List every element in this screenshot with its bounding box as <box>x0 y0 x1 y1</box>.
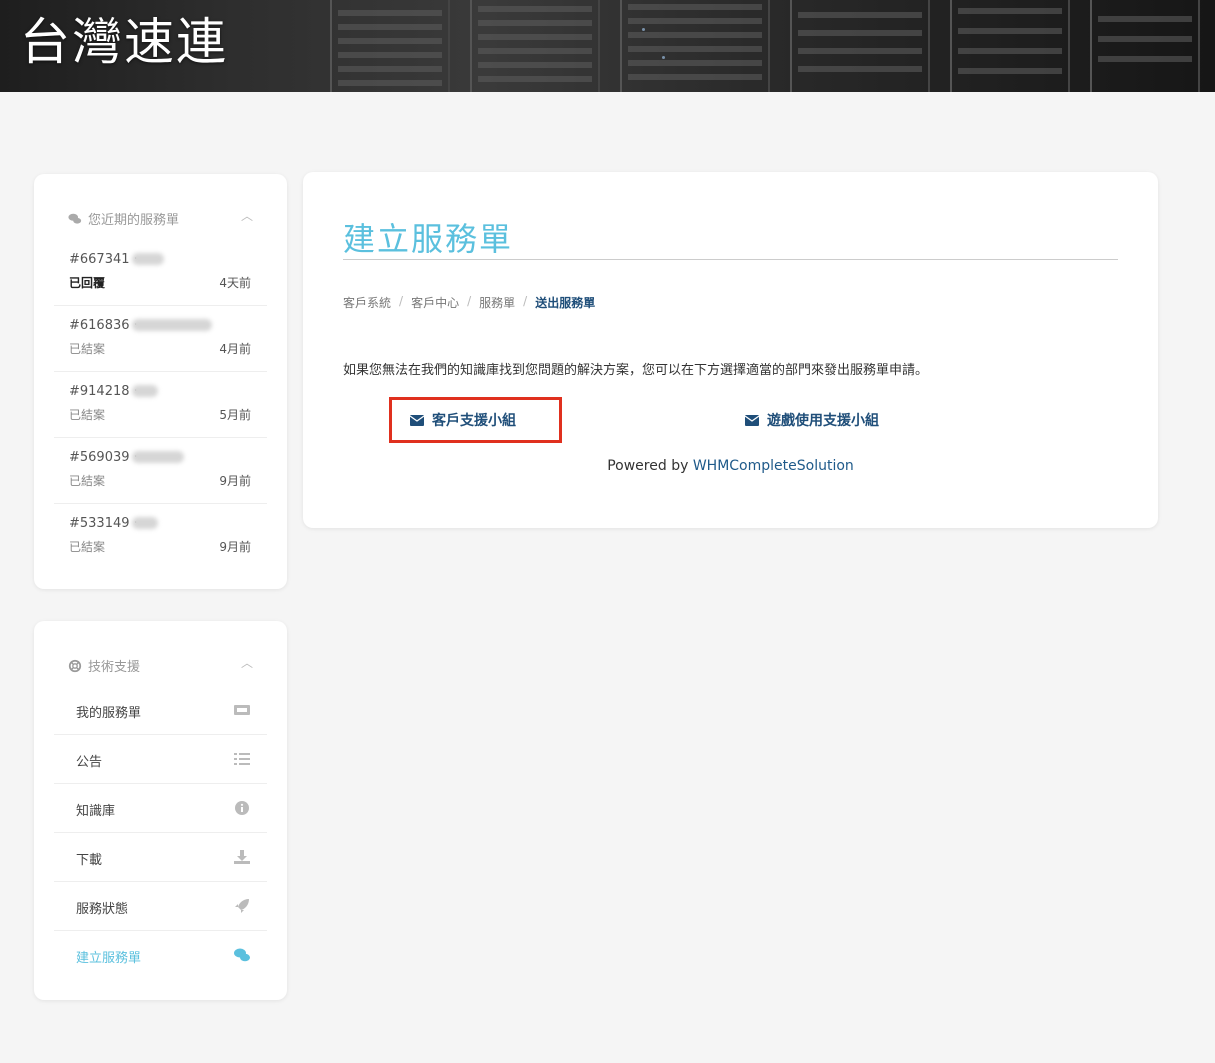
sidebar-item-label: 我的服務單 <box>76 706 142 721</box>
department-label: 遊戲使用支援小組 <box>767 413 879 429</box>
ticket-status: 已結案 <box>69 342 106 356</box>
support-menu-card: 技術支援 ︿ 我的服務單 公告 知識庫 下載 服務狀態 建立服務單 <box>34 621 287 1000</box>
ticket-subject-redacted <box>132 517 158 529</box>
ticket-item[interactable]: #616836 · 已結案 4月前 <box>54 306 267 372</box>
intro-text: 如果您無法在我們的知識庫找到您問題的解決方案，您可以在下方選擇適當的部門來發出服… <box>343 363 929 378</box>
recent-tickets-header[interactable]: 您近期的服務單 ︿ <box>68 209 253 228</box>
ticket-time: 9月前 <box>219 474 251 488</box>
ticket-subject-redacted <box>132 385 158 397</box>
ticket-item[interactable]: #667341 · 已回覆 4天前 <box>54 240 267 306</box>
breadcrumb-item[interactable]: 客戶中心 <box>411 294 459 311</box>
sidebar-item-open-ticket[interactable]: 建立服務單 <box>54 931 267 980</box>
download-icon <box>234 850 250 864</box>
breadcrumb-separator: / <box>523 294 528 308</box>
breadcrumb-item[interactable]: 客戶系統 <box>343 294 391 311</box>
comments-icon <box>234 948 250 962</box>
ticket-icon <box>234 705 250 715</box>
support-menu-title: 技術支援 <box>88 660 141 675</box>
ticket-subject-redacted <box>132 451 184 463</box>
powered-by-prefix: Powered by <box>607 458 689 474</box>
ticket-subject-redacted <box>132 319 212 331</box>
sidebar-item-downloads[interactable]: 下載 <box>54 833 267 882</box>
ticket-status: 已結案 <box>69 408 106 422</box>
envelope-icon <box>745 414 759 426</box>
sidebar-item-knowledgebase[interactable]: 知識庫 <box>54 784 267 833</box>
ticket-time: 5月前 <box>219 408 251 422</box>
powered-by: Powered by WHMCompleteSolution <box>303 458 1158 474</box>
ticket-number: #569039 · <box>69 450 138 465</box>
game-support-department-button[interactable]: 遊戲使用支援小組 <box>745 397 879 443</box>
page-title: 建立服務單 <box>343 220 514 258</box>
breadcrumb-separator: / <box>467 294 472 308</box>
breadcrumb-item[interactable]: 服務單 <box>479 294 515 311</box>
sidebar-item-label: 服務狀態 <box>76 902 129 917</box>
comments-icon <box>68 213 82 224</box>
support-menu-header[interactable]: 技術支援 ︿ <box>68 656 253 675</box>
life-ring-icon <box>68 659 82 672</box>
envelope-icon <box>410 414 424 426</box>
ticket-number: #533149 · <box>69 516 138 531</box>
ticket-number: #616836 · <box>69 318 138 333</box>
ticket-subject-redacted <box>132 253 164 265</box>
ticket-status: 已結案 <box>69 474 106 488</box>
sidebar-item-label: 知識庫 <box>76 804 116 819</box>
list-icon <box>234 753 250 765</box>
recent-tickets-card: 您近期的服務單 ︿ #667341 · 已回覆 4天前 #616836 · 已結… <box>34 174 287 589</box>
breadcrumb-separator: / <box>399 294 404 308</box>
ticket-status: 已回覆 <box>69 276 106 290</box>
customer-support-department-button[interactable]: 客戶支援小組 <box>389 397 562 443</box>
sidebar-item-label: 下載 <box>76 853 103 868</box>
sidebar-item-label: 建立服務單 <box>76 951 142 966</box>
chevron-up-icon[interactable]: ︿ <box>241 654 253 671</box>
title-divider <box>343 259 1118 260</box>
sidebar-item-announcements[interactable]: 公告 <box>54 735 267 784</box>
ticket-time: 4月前 <box>219 342 251 356</box>
chevron-up-icon[interactable]: ︿ <box>241 207 253 224</box>
breadcrumb: 客戶系統 / 客戶中心 / 服務單 / 送出服務單 <box>343 294 595 311</box>
sidebar-item-my-tickets[interactable]: 我的服務單 <box>54 686 267 735</box>
header-banner: 台灣速連 <box>0 0 1215 92</box>
ticket-number: #667341 · <box>69 252 138 267</box>
sidebar-item-service-status[interactable]: 服務狀態 <box>54 882 267 931</box>
department-label: 客戶支援小組 <box>432 413 516 429</box>
ticket-item[interactable]: #569039 · 已結案 9月前 <box>54 438 267 504</box>
main-content-card: 建立服務單 客戶系統 / 客戶中心 / 服務單 / 送出服務單 如果您無法在我們… <box>303 172 1158 528</box>
whmcs-link[interactable]: WHMCompleteSolution <box>693 458 854 474</box>
info-icon <box>235 801 249 815</box>
ticket-status: 已結案 <box>69 540 106 554</box>
ticket-item[interactable]: #914218 · 已結案 5月前 <box>54 372 267 438</box>
breadcrumb-current: 送出服務單 <box>535 296 596 310</box>
recent-tickets-title: 您近期的服務單 <box>88 213 180 228</box>
ticket-time: 4天前 <box>219 276 251 290</box>
ticket-number: #914218 · <box>69 384 138 399</box>
rocket-icon <box>235 899 249 913</box>
server-rack-image <box>330 0 450 92</box>
ticket-item[interactable]: #533149 · 已結案 9月前 <box>54 504 267 570</box>
ticket-time: 9月前 <box>219 540 251 554</box>
brand-title: 台灣速連 <box>20 13 228 71</box>
sidebar-item-label: 公告 <box>76 755 103 770</box>
